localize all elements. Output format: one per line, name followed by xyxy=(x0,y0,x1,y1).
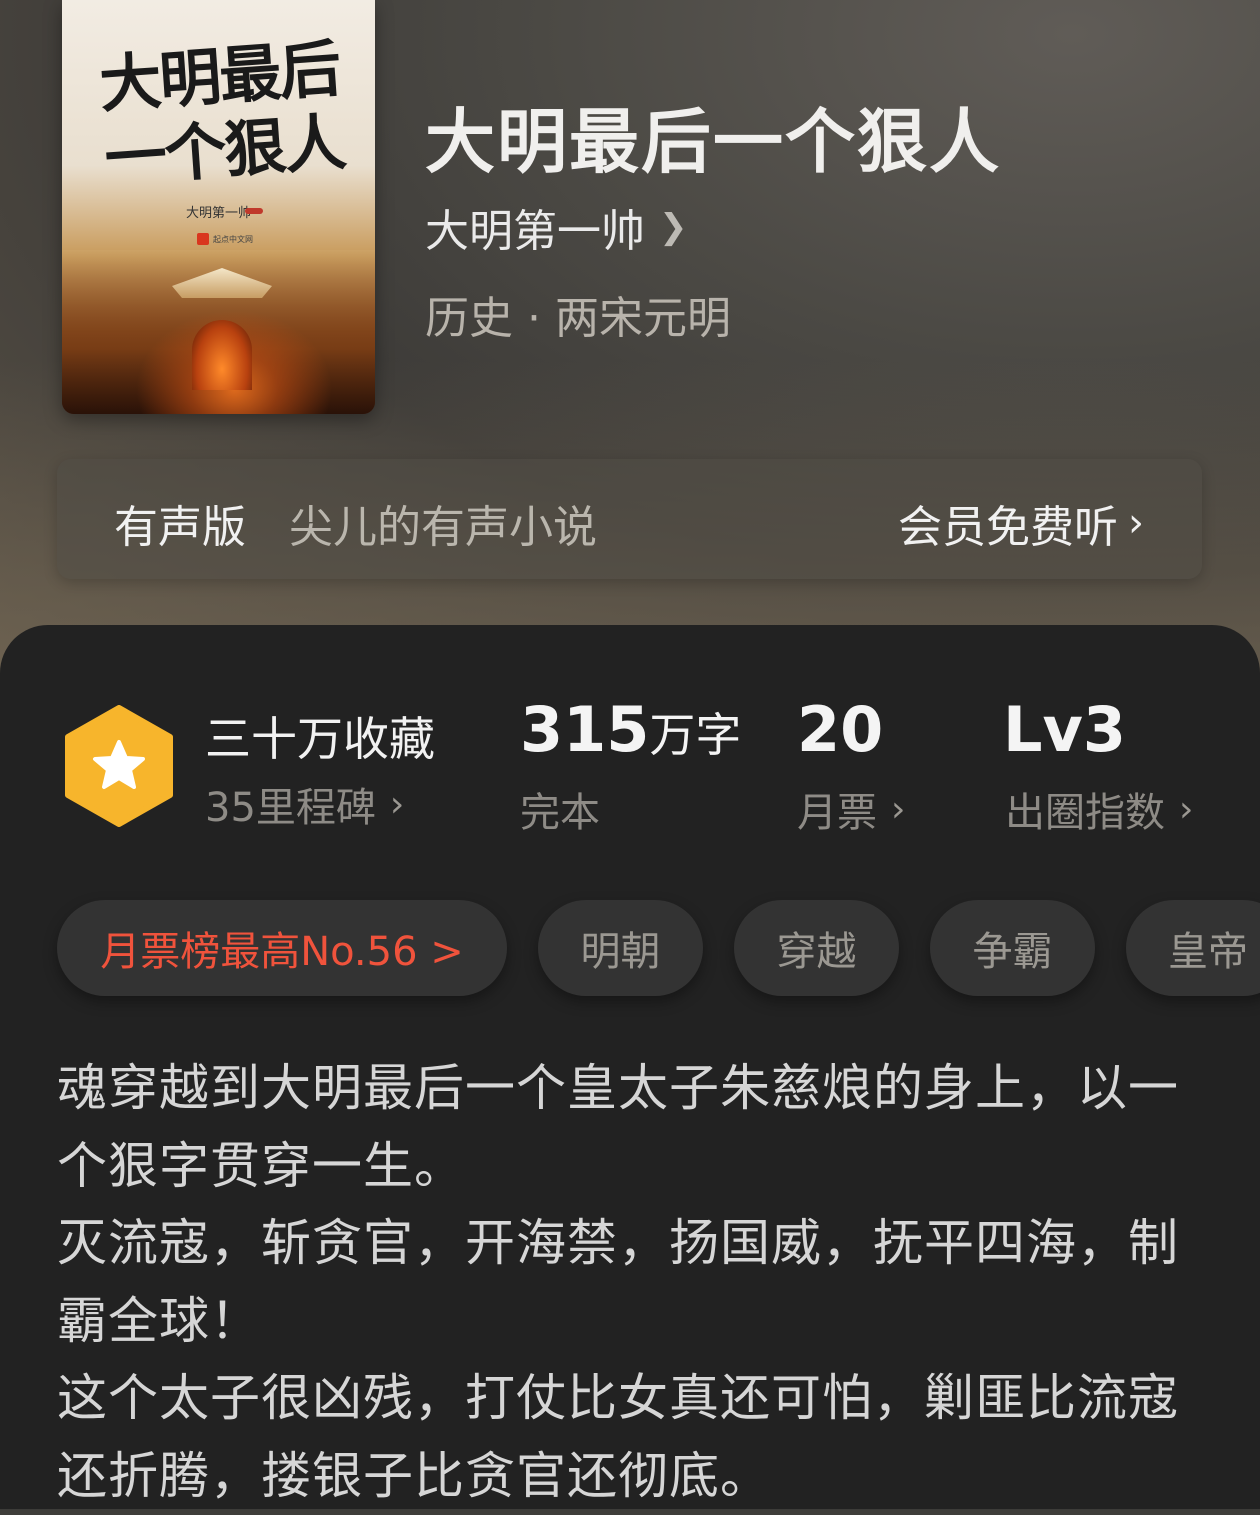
tag-chip[interactable]: 皇帝 xyxy=(1126,900,1260,996)
word-count: 315万字 xyxy=(520,693,741,766)
description-line: 灭流寇，斩贪官，开海禁，扬国威，抚平四海，制霸全球！ xyxy=(57,1214,1179,1350)
tag-chip[interactable]: 明朝 xyxy=(538,900,703,996)
author-link[interactable]: 大明第一帅 ❯ xyxy=(425,195,688,259)
monthly-ticket-label: 月票 xyxy=(797,790,877,836)
word-count-unit: 万字 xyxy=(649,708,742,762)
description-line: 这个太子很凶残，打仗比女真还可怕，剿匪比流寇还折腾，搂银子比贪官还彻底。 xyxy=(57,1369,1179,1505)
book-title: 大明最后一个狠人 xyxy=(425,100,1001,183)
chevron-right-icon: › xyxy=(1128,500,1144,546)
chevron-right-icon: ❯ xyxy=(659,207,688,247)
tag-chip[interactable]: 穿越 xyxy=(734,900,899,996)
description-line: 魂穿越到大明最后一个皇太子朱慈烺的身上，以一个狠字贯穿一生。 xyxy=(57,1059,1179,1195)
audio-narrator: 尖儿的有声小说 xyxy=(289,502,597,553)
star-hexagon-icon[interactable] xyxy=(64,705,174,827)
milestone-link[interactable]: 35里程碑 › xyxy=(205,775,404,833)
cover-author: 大明第一帅 xyxy=(185,206,251,221)
book-genre: 历史 · 两宋元明 xyxy=(425,293,731,344)
completion-status: 完本 xyxy=(520,790,600,836)
chevron-right-icon: › xyxy=(1179,788,1194,830)
audio-label: 有声版 xyxy=(114,502,246,553)
milestone-label: 35里程碑 xyxy=(205,785,376,831)
monthly-ticket-link[interactable]: 月票 › xyxy=(797,780,905,838)
collection-count: 三十万收藏 xyxy=(205,712,435,766)
popularity-index-label: 出圈指数 xyxy=(1005,790,1165,836)
book-description[interactable]: 魂穿越到大明最后一个皇太子朱慈烺的身上，以一个狠字贯穿一生。 灭流寇，斩贪官，开… xyxy=(57,1050,1187,1515)
audio-version-bar[interactable]: 有声版 尖儿的有声小说 会员免费听 › xyxy=(57,459,1202,579)
cover-publisher: 起点中文网 xyxy=(192,232,258,246)
author-name: 大明第一帅 xyxy=(425,206,645,257)
word-count-value: 315 xyxy=(520,693,650,766)
cover-publisher-text: 起点中文网 xyxy=(213,234,253,244)
popularity-index-link[interactable]: 出圈指数 › xyxy=(1005,780,1193,838)
chevron-right-icon: › xyxy=(389,783,405,825)
member-free-listen-button[interactable]: 会员免费听 › xyxy=(898,491,1144,555)
ticket-rank-chip[interactable]: 月票榜最高No.56 > xyxy=(57,900,507,996)
cover-art-gate xyxy=(192,320,252,390)
tag-chip[interactable]: 争霸 xyxy=(930,900,1095,996)
chevron-right-icon: › xyxy=(891,788,906,830)
book-cover[interactable]: 大明最后一个狠人 大明第一帅 起点中文网 xyxy=(62,0,375,414)
popularity-level: Lv3 xyxy=(1003,693,1127,766)
cover-title: 大明最后一个狠人 xyxy=(97,31,347,196)
publisher-logo-icon xyxy=(197,233,209,245)
monthly-ticket-count: 20 xyxy=(797,693,884,766)
cover-seal xyxy=(245,208,263,214)
member-free-listen-label: 会员免费听 xyxy=(898,502,1118,553)
